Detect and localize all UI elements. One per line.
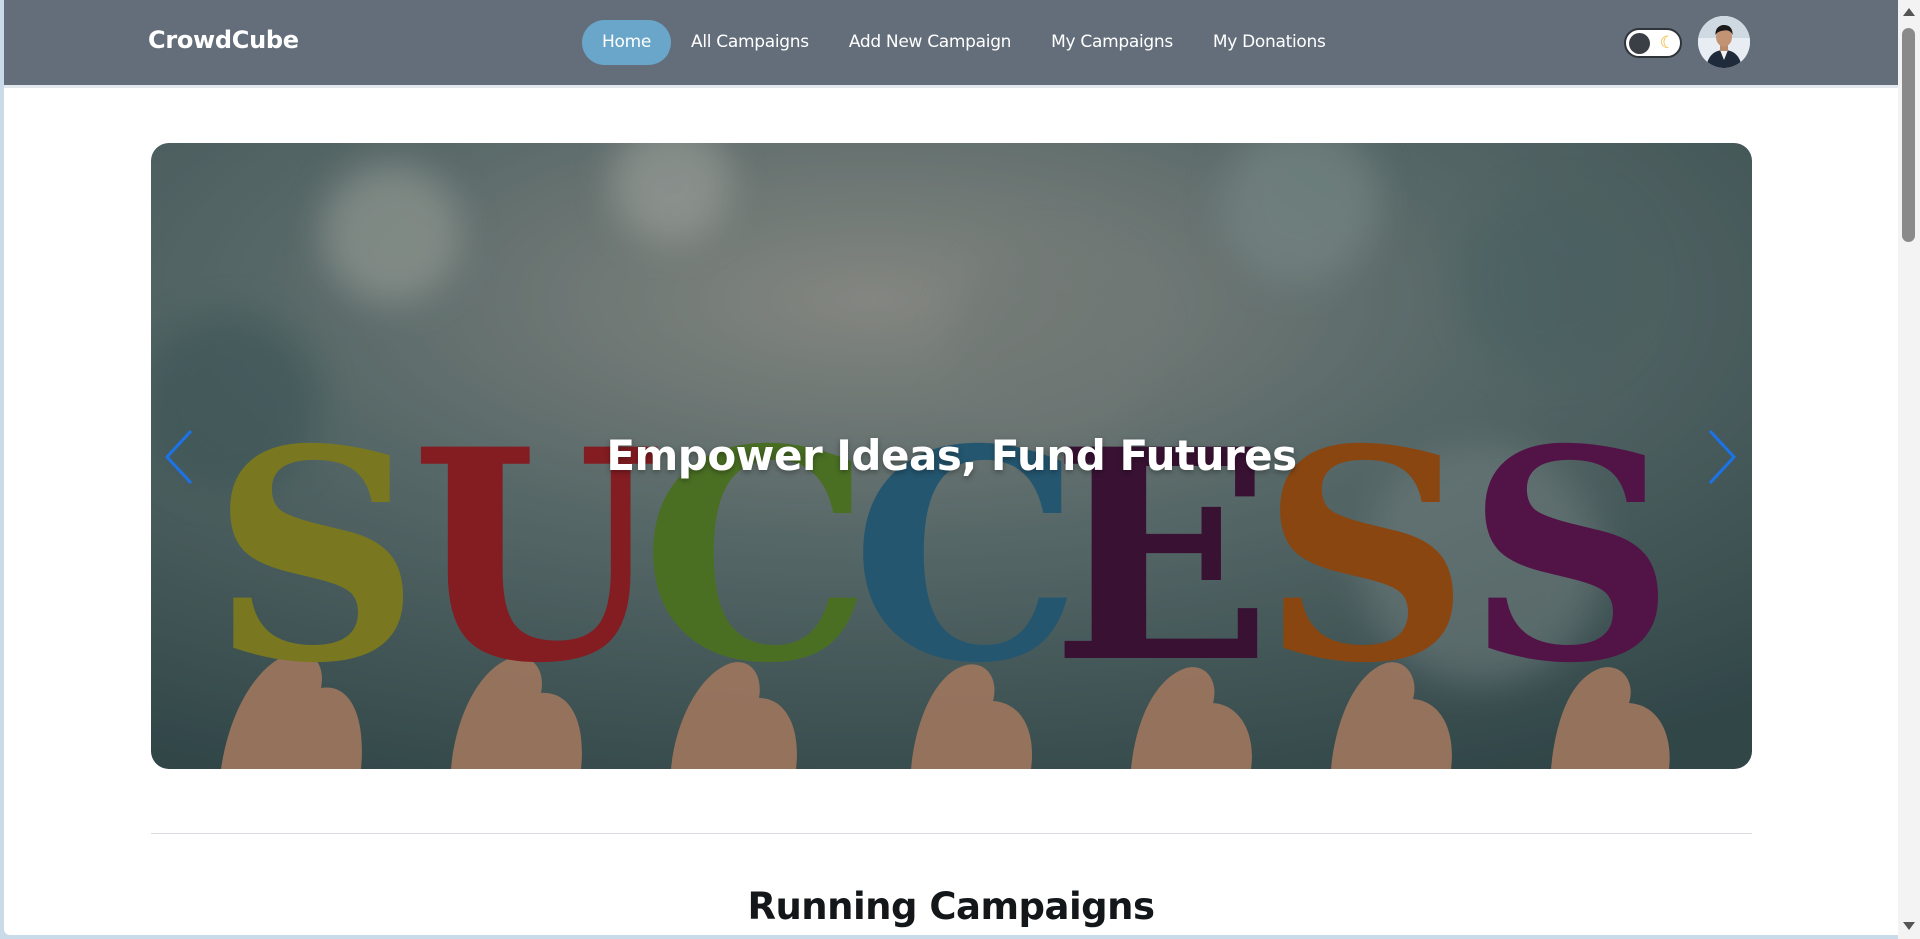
- carousel-next-button[interactable]: [1700, 427, 1740, 487]
- nav-my-campaigns[interactable]: My Campaigns: [1031, 20, 1193, 65]
- theme-toggle[interactable]: ☾: [1624, 28, 1682, 58]
- nav-my-donations[interactable]: My Donations: [1193, 20, 1346, 65]
- nav-links: Home All Campaigns Add New Campaign My C…: [582, 20, 1346, 65]
- running-campaigns-heading: Running Campaigns: [747, 885, 1155, 928]
- chevron-left-icon: [164, 429, 193, 485]
- nav-home[interactable]: Home: [582, 20, 672, 65]
- nav-add-new-campaign[interactable]: Add New Campaign: [829, 20, 1031, 65]
- hero-title: Empower Ideas, Fund Futures: [606, 431, 1297, 480]
- brand-logo[interactable]: CrowdCube: [148, 26, 299, 54]
- hero-carousel: S U C C E S S Empower Ideas, Fund Future…: [151, 143, 1752, 769]
- section-divider: [151, 833, 1752, 834]
- scroll-up-arrow-icon[interactable]: [1903, 8, 1915, 16]
- scroll-down-arrow-icon[interactable]: [1903, 922, 1915, 930]
- nav-all-campaigns[interactable]: All Campaigns: [671, 20, 829, 65]
- user-avatar[interactable]: [1698, 16, 1750, 68]
- page-scrollbar[interactable]: [1898, 0, 1920, 939]
- moon-icon: ☾: [1659, 33, 1675, 53]
- top-navbar: CrowdCube Home All Campaigns Add New Cam…: [4, 0, 1898, 88]
- carousel-prev-button[interactable]: [161, 427, 201, 487]
- avatar-image: [1698, 16, 1750, 68]
- scroll-thumb[interactable]: [1902, 28, 1915, 242]
- page-viewport: CrowdCube Home All Campaigns Add New Cam…: [4, 0, 1898, 935]
- chevron-right-icon: [1708, 429, 1737, 485]
- toggle-knob: [1629, 33, 1650, 54]
